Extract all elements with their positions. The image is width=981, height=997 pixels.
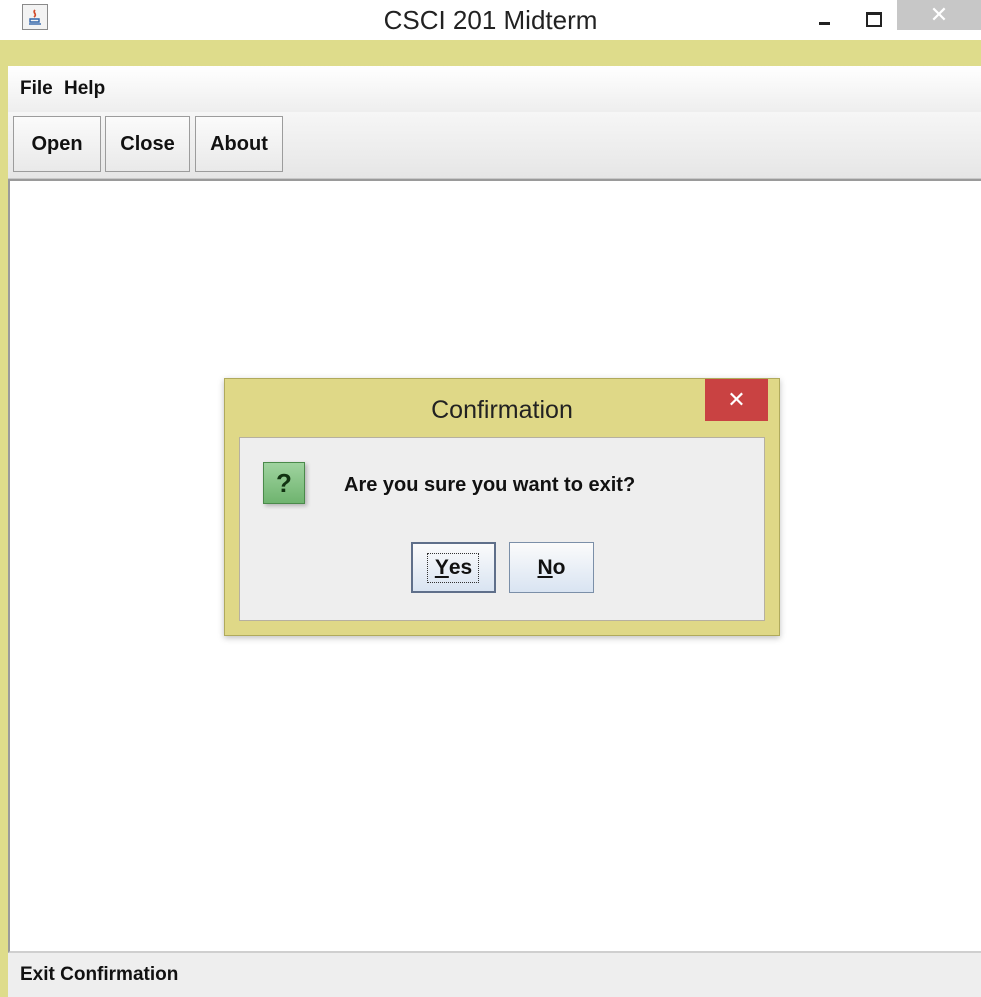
window-close-button[interactable]: ✕ [897,0,981,30]
dialog-close-button[interactable]: ✕ [705,379,768,421]
maximize-button[interactable] [860,0,900,30]
open-button[interactable]: Open [13,116,101,172]
toolbar: Open Close About [8,112,981,179]
close-button[interactable]: Close [105,116,190,172]
menu-bar: File Help [8,66,981,112]
no-mnemonic: N [537,555,553,579]
menu-file[interactable]: File [20,66,53,112]
confirmation-dialog: Confirmation ✕ ? Are you sure you want t… [224,378,780,636]
title-bar[interactable]: CSCI 201 Midterm ✕ [0,0,981,40]
minimize-button[interactable] [804,0,844,30]
status-bar: Exit Confirmation [8,953,981,997]
about-button[interactable]: About [195,116,283,172]
status-text: Exit Confirmation [20,964,179,985]
close-icon: ✕ [727,387,746,412]
menu-help[interactable]: Help [64,66,105,112]
yes-button[interactable]: Yes [411,542,496,593]
no-label-rest: o [552,555,566,579]
dialog-body: ? Are you sure you want to exit? Yes No [239,437,765,621]
question-icon: ? [263,462,305,504]
close-icon: ✕ [929,2,949,27]
main-window: CSCI 201 Midterm ✕ File Help Open Close … [0,0,981,997]
minimize-icon [819,22,830,25]
dialog-title: Confirmation [431,396,573,424]
dialog-message: Are you sure you want to exit? [344,474,636,496]
no-button[interactable]: No [509,542,594,593]
focus-ring [427,553,479,583]
maximize-icon [866,12,882,27]
